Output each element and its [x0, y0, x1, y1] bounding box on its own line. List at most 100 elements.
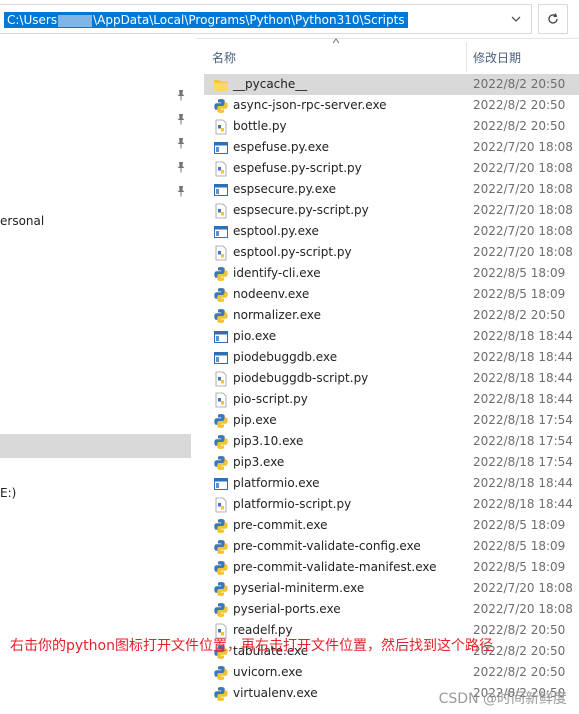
file-row[interactable]: platformio.exe 2022/8/18 18:44 [204, 473, 579, 494]
file-row[interactable]: normalizer.exe 2022/8/2 20:50 [204, 305, 579, 326]
nav-item-selected[interactable] [0, 434, 191, 458]
redacted-username [58, 14, 93, 27]
file-row[interactable]: pre-commit-validate-manifest.exe 2022/8/5… [204, 557, 579, 578]
file-date-modified: 2022/8/2 20:50 [473, 665, 566, 679]
file-date-modified: 2022/7/20 18:08 [473, 245, 573, 259]
python-exe-icon [213, 98, 229, 114]
file-row[interactable]: espsecure.py-script.py 2022/7/20 18:08 [204, 200, 579, 221]
nav-item-personal[interactable]: ersonal [0, 214, 44, 228]
python-exe-icon [213, 560, 229, 576]
file-name: pre-commit.exe [233, 518, 328, 532]
pin-icon[interactable] [176, 185, 186, 197]
file-name: identify-cli.exe [233, 266, 321, 280]
file-date-modified: 2022/7/20 18:08 [473, 203, 573, 217]
pin-icon[interactable] [176, 161, 186, 173]
python-exe-icon [213, 602, 229, 618]
file-name: __pycache__ [233, 77, 308, 91]
file-row[interactable]: uvicorn.exe 2022/8/2 20:50 [204, 662, 579, 683]
file-date-modified: 2022/8/5 18:09 [473, 560, 566, 574]
file-name: nodeenv.exe [233, 287, 310, 301]
file-row[interactable]: bottle.py 2022/8/2 20:50 [204, 116, 579, 137]
python-file-icon [213, 371, 229, 387]
python-exe-icon [213, 518, 229, 534]
file-row[interactable]: pyserial-ports.exe 2022/7/20 18:08 [204, 599, 579, 620]
file-row[interactable]: espefuse.py.exe 2022/7/20 18:08 [204, 137, 579, 158]
file-name: pre-commit-validate-manifest.exe [233, 560, 437, 574]
file-list: __pycache__ 2022/8/2 20:50 async-json-rpc-… [204, 74, 579, 704]
file-date-modified: 2022/8/5 18:09 [473, 539, 566, 553]
file-date-modified: 2022/8/18 18:44 [473, 497, 573, 511]
file-name: pip.exe [233, 413, 277, 427]
file-row[interactable]: espsecure.py.exe 2022/7/20 18:08 [204, 179, 579, 200]
address-path[interactable]: C:\Users \AppData\Local\Programs\Python\P… [4, 12, 408, 28]
navigation-pane: ersonal E:) [0, 38, 196, 714]
refresh-button[interactable] [538, 4, 568, 34]
python-file-icon [213, 119, 229, 135]
python-exe-icon [213, 665, 229, 681]
file-row[interactable]: esptool.py-script.py 2022/7/20 18:08 [204, 242, 579, 263]
file-name: pip3.10.exe [233, 434, 304, 448]
file-date-modified: 2022/8/18 18:44 [473, 371, 573, 385]
file-row[interactable]: pre-commit-validate-config.exe 2022/8/5 1… [204, 536, 579, 557]
file-row[interactable]: esptool.py.exe 2022/7/20 18:08 [204, 221, 579, 242]
file-date-modified: 2022/8/2 20:50 [473, 98, 566, 112]
file-row[interactable]: pip3.exe 2022/8/18 17:54 [204, 452, 579, 473]
watermark: CSDN @时间新鲜度 [438, 691, 567, 707]
python-exe-icon [213, 455, 229, 471]
file-row[interactable]: async-json-rpc-server.exe 2022/8/2 20:50 [204, 95, 579, 116]
address-bar-area: C:\Users \AppData\Local\Programs\Python\P… [0, 0, 579, 39]
pin-icon[interactable] [176, 113, 186, 125]
file-name: piodebuggdb.exe [233, 350, 338, 364]
file-date-modified: 2022/8/18 17:54 [473, 434, 573, 448]
file-name: pip3.exe [233, 455, 285, 469]
file-name: esptool.py.exe [233, 224, 319, 238]
file-row[interactable]: __pycache__ 2022/8/2 20:50 [204, 74, 579, 95]
exe-window-icon [213, 140, 229, 156]
pin-icon[interactable] [176, 137, 186, 149]
python-exe-icon [213, 308, 229, 324]
file-date-modified: 2022/7/20 18:08 [473, 602, 573, 616]
file-name: pyserial-ports.exe [233, 602, 341, 616]
python-exe-icon [213, 434, 229, 450]
exe-window-icon [213, 476, 229, 492]
file-row[interactable]: pip.exe 2022/8/18 17:54 [204, 410, 579, 431]
exe-window-icon [213, 350, 229, 366]
file-date-modified: 2022/7/20 18:08 [473, 581, 573, 595]
file-name: espsecure.py-script.py [233, 203, 369, 217]
python-exe-icon [213, 266, 229, 282]
file-name: espefuse.py-script.py [233, 161, 362, 175]
file-row[interactable]: platformio-script.py 2022/8/18 18:44 [204, 494, 579, 515]
exe-window-icon [213, 182, 229, 198]
column-date-modified[interactable]: 修改日期 [473, 49, 521, 66]
file-name: platformio-script.py [233, 497, 352, 511]
python-exe-icon [213, 686, 229, 702]
file-date-modified: 2022/8/18 18:44 [473, 350, 573, 364]
python-file-icon [213, 203, 229, 219]
file-row[interactable]: pip3.10.exe 2022/8/18 17:54 [204, 431, 579, 452]
file-date-modified: 2022/7/20 18:08 [473, 182, 573, 196]
file-row[interactable]: piodebuggdb-script.py 2022/8/18 18:44 [204, 368, 579, 389]
python-exe-icon [213, 581, 229, 597]
file-name: espsecure.py.exe [233, 182, 337, 196]
file-date-modified: 2022/8/18 18:44 [473, 392, 573, 406]
file-row[interactable]: espefuse.py-script.py 2022/7/20 18:08 [204, 158, 579, 179]
file-row[interactable]: identify-cli.exe 2022/8/5 18:09 [204, 263, 579, 284]
file-row[interactable]: pio.exe 2022/8/18 18:44 [204, 326, 579, 347]
nav-item-drive[interactable]: E:) [0, 486, 16, 500]
file-row[interactable]: pyserial-miniterm.exe 2022/7/20 18:08 [204, 578, 579, 599]
file-row[interactable]: pio-script.py 2022/8/18 18:44 [204, 389, 579, 410]
python-exe-icon [213, 413, 229, 429]
python-exe-icon [213, 287, 229, 303]
file-name: async-json-rpc-server.exe [233, 98, 387, 112]
column-name[interactable]: 名称 [212, 49, 236, 66]
column-divider[interactable] [466, 42, 467, 72]
python-exe-icon [213, 539, 229, 555]
address-bar[interactable]: C:\Users \AppData\Local\Programs\Python\P… [0, 4, 532, 34]
chevron-down-icon[interactable] [509, 12, 523, 26]
file-row[interactable]: nodeenv.exe 2022/8/5 18:09 [204, 284, 579, 305]
file-name: normalizer.exe [233, 308, 321, 322]
pin-icon[interactable] [176, 89, 186, 101]
file-row[interactable]: piodebuggdb.exe 2022/8/18 18:44 [204, 347, 579, 368]
python-file-icon [213, 161, 229, 177]
file-row[interactable]: pre-commit.exe 2022/8/5 18:09 [204, 515, 579, 536]
